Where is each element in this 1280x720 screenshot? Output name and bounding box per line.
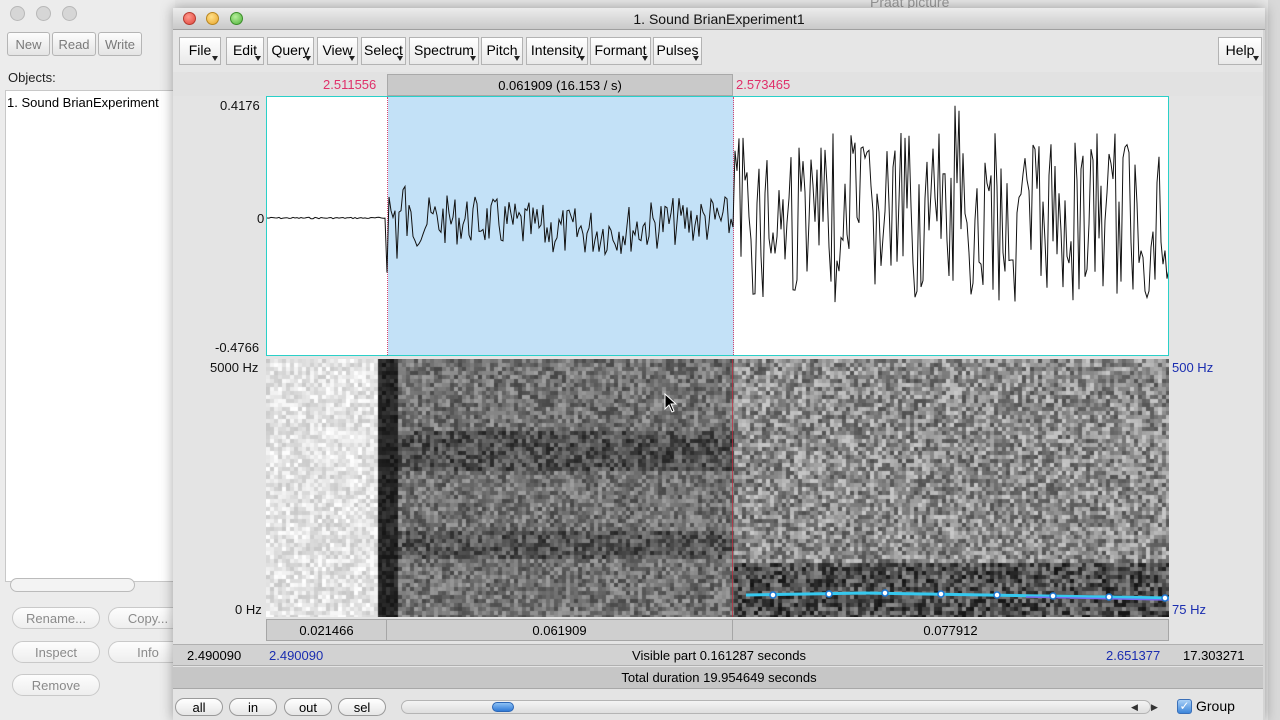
duration-selected[interactable]: 0.061909 <box>386 619 733 641</box>
group-label: Group <box>1196 698 1235 714</box>
menu-query[interactable]: Query <box>267 37 314 65</box>
selection-start: 2.511556 <box>323 77 377 92</box>
dropdown-arrow-icon <box>305 56 311 61</box>
objects-scrollbar[interactable] <box>10 578 135 592</box>
dropdown-arrow-icon <box>212 56 218 61</box>
menu-formant-label: Formant <box>594 42 647 58</box>
menu-bar: File Edit Query View Select Spectrum Pit… <box>173 30 1265 72</box>
total-duration-row[interactable]: Total duration 19.954649 seconds <box>173 667 1265 689</box>
menu-intensity[interactable]: Intensity <box>526 37 588 65</box>
group-checkbox[interactable]: ✓ <box>1177 699 1192 714</box>
window-title: 1. Sound BrianExperiment1 <box>633 11 805 27</box>
zoom-light-icon[interactable] <box>62 6 77 21</box>
minimize-light-icon[interactable] <box>36 6 51 21</box>
menu-pulses[interactable]: Pulses <box>653 37 702 65</box>
menu-edit[interactable]: Edit <box>226 37 264 65</box>
pitch-contour <box>745 589 1169 602</box>
dropdown-arrow-icon <box>514 56 520 61</box>
waveform-yzero: 0 <box>257 211 265 226</box>
scrollbar-thumb[interactable] <box>492 702 514 712</box>
scroll-left-arrow-icon[interactable]: ◀ <box>1131 702 1138 713</box>
waveform-ymax: 0.4176 <box>220 98 260 113</box>
mouse-pointer-icon <box>664 393 678 413</box>
dropdown-arrow-icon <box>642 56 648 61</box>
menu-file[interactable]: File <box>179 37 221 65</box>
menu-spectrum[interactable]: Spectrum <box>409 37 479 65</box>
remove-button[interactable]: Remove <box>12 674 100 696</box>
duration-row: 0.021466 0.061909 0.077912 <box>266 619 1169 641</box>
rename-button[interactable]: Rename... <box>12 607 100 629</box>
visible-part-row[interactable]: 2.490090 2.490090 Visible part 0.161287 … <box>173 644 1265 666</box>
menu-view[interactable]: View <box>317 37 358 65</box>
zoom-sel-button[interactable]: sel <box>338 698 386 716</box>
pitch-axis-top: 500 Hz <box>1172 360 1214 375</box>
menu-pitch[interactable]: Pitch <box>481 37 523 65</box>
waveform-trace <box>267 105 1168 303</box>
background-edge <box>1268 0 1280 720</box>
menu-file-label: File <box>188 42 212 58</box>
sound-editor-window: 1. Sound BrianExperiment1 File Edit Quer… <box>173 8 1265 720</box>
visible-end-time: 2.651377 <box>1106 648 1161 663</box>
zoom-in-button[interactable]: in <box>229 698 277 716</box>
time-scrollbar[interactable] <box>401 700 1151 714</box>
read-button[interactable]: Read <box>52 32 96 56</box>
menu-formant[interactable]: Formant <box>590 37 651 65</box>
selection-length[interactable]: 0.061909 (16.153 / s) <box>387 74 733 96</box>
dropdown-arrow-icon <box>397 56 403 61</box>
zoom-out-button[interactable]: out <box>284 698 332 716</box>
objects-window: New Read Write Objects: 1. Sound BrianEx… <box>0 0 188 720</box>
scroll-right-arrow-icon[interactable]: ▶ <box>1151 702 1158 713</box>
waveform-ymin: -0.4766 <box>215 340 260 355</box>
inspect-button[interactable]: Inspect <box>12 641 100 663</box>
spectrogram-freq-bottom: 0 Hz <box>235 602 262 617</box>
duration-left[interactable]: 0.021466 <box>266 619 387 641</box>
window-edge <box>1263 30 1265 720</box>
duration-right[interactable]: 0.077912 <box>732 619 1169 641</box>
objects-label: Objects: <box>8 70 56 85</box>
menu-pitch-label: Pitch <box>486 42 518 58</box>
selection-end: 2.573465 <box>736 77 791 92</box>
menu-intensity-label: Intensity <box>530 42 584 58</box>
menu-query-label: Query <box>271 42 310 58</box>
menu-select[interactable]: Select <box>361 37 406 65</box>
menu-edit-label: Edit <box>232 42 258 58</box>
dropdown-arrow-icon <box>470 56 476 61</box>
menu-help[interactable]: Help <box>1218 37 1262 65</box>
dropdown-arrow-icon <box>693 56 699 61</box>
list-item[interactable]: 1. Sound BrianExperiment <box>7 95 159 110</box>
menu-spectrum-label: Spectrum <box>414 42 474 58</box>
objects-list: 1. Sound BrianExperiment <box>5 90 173 582</box>
waveform-panel[interactable] <box>266 96 1169 356</box>
dropdown-arrow-icon <box>349 56 355 61</box>
new-button[interactable]: New <box>7 32 50 56</box>
spectrogram-freq-top: 5000 Hz <box>210 360 259 375</box>
dropdown-arrow-icon <box>1253 56 1259 61</box>
dropdown-arrow-icon <box>579 56 585 61</box>
visible-right-time: 17.303271 <box>1183 648 1245 663</box>
title-bar: 1. Sound BrianExperiment1 <box>173 8 1265 30</box>
dropdown-arrow-icon <box>255 56 261 61</box>
spectrogram-panel[interactable] <box>266 359 1169 617</box>
zoom-all-button[interactable]: all <box>175 698 223 716</box>
pitch-axis-bottom: 75 Hz <box>1172 602 1206 617</box>
close-light-icon[interactable] <box>10 6 25 21</box>
write-button[interactable]: Write <box>98 32 142 56</box>
visible-part-label: Visible part 0.161287 seconds <box>632 648 806 663</box>
menu-help-label: Help <box>1225 42 1255 58</box>
